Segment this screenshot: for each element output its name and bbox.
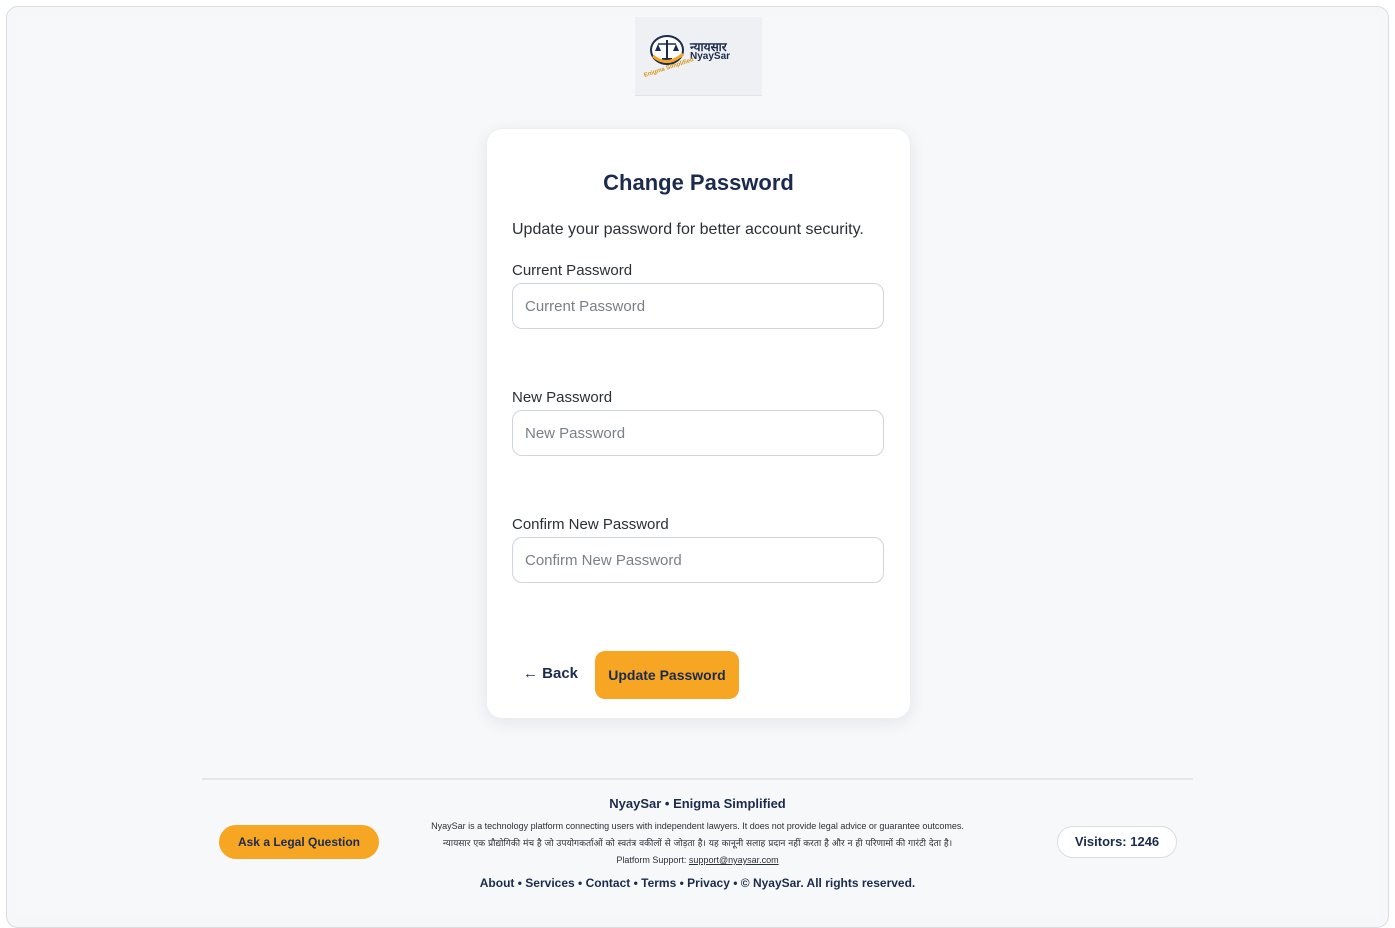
- footer-link-services[interactable]: Services: [525, 876, 574, 890]
- nav-separator: •: [578, 876, 583, 890]
- current-password-input[interactable]: [512, 283, 884, 329]
- footer-link-contact[interactable]: Contact: [586, 876, 631, 890]
- nav-separator: •: [633, 876, 638, 890]
- new-password-label: New Password: [512, 389, 613, 406]
- footer-nav: About • Services • Contact • Terms • Pri…: [202, 876, 1193, 890]
- footer-link-about[interactable]: About: [480, 876, 515, 890]
- footer: NyaySar • Enigma Simplified NyaySar is a…: [202, 778, 1193, 906]
- back-button[interactable]: ← Back: [523, 665, 578, 682]
- new-password-input[interactable]: [512, 410, 884, 456]
- confirm-password-input[interactable]: [512, 537, 884, 583]
- current-password-label: Current Password: [512, 262, 633, 279]
- visitor-counter-badge: Visitors: 1246: [1057, 826, 1177, 858]
- nav-separator: •: [733, 876, 738, 890]
- change-password-card: Change Password Update your password for…: [486, 128, 911, 719]
- footer-title: NyaySar • Enigma Simplified: [609, 796, 786, 811]
- footer-link-privacy[interactable]: Privacy: [687, 876, 730, 890]
- logo[interactable]: न्यायसार NyaySar Enigma Simplified: [635, 17, 762, 96]
- nav-separator: •: [679, 876, 684, 890]
- confirm-password-label: Confirm New Password: [512, 516, 669, 533]
- support-prefix: Platform Support:: [616, 855, 687, 865]
- logo-english-text: NyaySar: [690, 51, 731, 62]
- update-password-button[interactable]: Update Password: [595, 651, 739, 699]
- support-email-link[interactable]: support@nyaysar.com: [689, 855, 779, 865]
- ask-legal-question-button[interactable]: Ask a Legal Question: [219, 825, 379, 859]
- page-title: Change Password: [603, 170, 794, 195]
- footer-link-terms[interactable]: Terms: [641, 876, 676, 890]
- nav-separator: •: [517, 876, 522, 890]
- footer-copyright: © NyaySar. All rights reserved.: [740, 876, 916, 890]
- page-subtitle: Update your password for better account …: [512, 221, 864, 238]
